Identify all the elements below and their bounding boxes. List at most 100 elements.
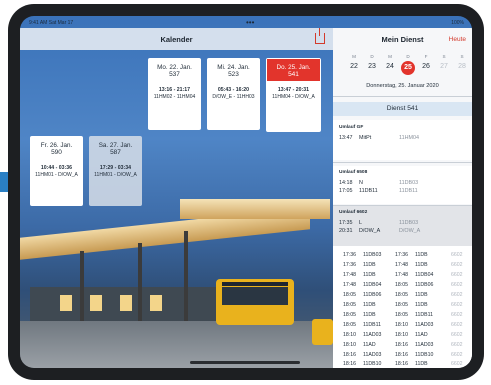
fahrt-arr-stop: 11DB	[415, 292, 428, 298]
calendar-title: Kalender	[160, 35, 193, 44]
canopy-pillar	[80, 251, 84, 323]
day-card-time: 13:47 - 20:31	[277, 87, 310, 93]
fahrt-arr-stop: 11AD	[415, 332, 428, 338]
day-card-code: D/OW_E - 11HH03	[212, 94, 255, 100]
day-card-code: 11HM01 - D/OW_A	[94, 172, 137, 178]
fahrt-dep-time: 18:16	[343, 352, 356, 358]
fahrt-dep-time: 18:05	[343, 292, 356, 298]
fahrt-umlauf: 6602	[451, 292, 463, 298]
umlauf-time: 20:31	[339, 228, 353, 234]
day-card-number: 587	[110, 149, 121, 156]
lit-window	[60, 295, 72, 311]
share-icon[interactable]	[315, 28, 325, 44]
umlauf-end: D/OW_A	[399, 228, 421, 234]
fahrt-dep-stop: 11DB04	[363, 282, 382, 288]
fahrt-dep-time: 17:48	[343, 282, 356, 288]
umlauf-time: 14:18	[339, 180, 353, 186]
weekday-label: F	[424, 54, 428, 59]
fahrt-umlauf: 6602	[451, 252, 463, 258]
calendar-day[interactable]: 24	[383, 63, 397, 70]
fahrt-umlauf: 6602	[451, 352, 463, 358]
day-card-date: Do. 25. Jan.	[276, 64, 311, 71]
fahrt-dep-time: 18:10	[343, 342, 356, 348]
day-card-code: 11HM02 - 11HM04	[153, 94, 196, 100]
calendar-day[interactable]: 22	[347, 63, 361, 70]
multitask-dots[interactable]: •••	[246, 18, 254, 27]
fahrt-arr-stop: 11DB10	[415, 352, 434, 358]
fahrt-dep-stop: 11AD03	[363, 332, 382, 338]
day-card-date: Fr. 26. Jan.	[40, 142, 73, 149]
fahrt-arr-time: 18:16	[395, 361, 408, 367]
battery-indicator: 100%	[451, 20, 464, 26]
fahrt-dep-time: 18:05	[343, 322, 356, 328]
fahrt-dep-time: 18:10	[343, 332, 356, 338]
fahrt-umlauf: 6602	[451, 262, 463, 268]
calendar-day[interactable]: 27	[437, 63, 451, 70]
fahrt-dep-stop: 11DB	[363, 312, 376, 318]
day-card-today[interactable]: Do. 25. Jan. 541 13:47 - 20:31 11HM04 - …	[266, 58, 321, 132]
day-card-number: 537	[169, 71, 180, 78]
umlauf-title: Umlauf 6602	[339, 210, 368, 215]
umlauf-start: L	[359, 220, 362, 226]
fahrt-arr-stop: 11DB	[415, 262, 428, 268]
fahrt-arr-stop: 11DB11	[415, 312, 433, 318]
calendar-day[interactable]: 28	[455, 63, 469, 70]
weekday-label: S	[460, 54, 464, 59]
home-indicator[interactable]	[190, 361, 300, 364]
day-card-number: 541	[288, 71, 299, 78]
weekday-label: M	[352, 54, 356, 59]
day-card[interactable]: Mi. 24. Jan. 523 05:43 - 16:20 D/OW_E - …	[207, 58, 260, 130]
fahrt-dep-time: 18:05	[343, 302, 356, 308]
weekday-label: D	[370, 54, 374, 59]
fahrt-dep-time: 17:36	[343, 262, 356, 268]
lit-window	[150, 295, 162, 311]
fahrt-arr-stop: 11AD03	[415, 342, 434, 348]
today-button[interactable]: Heute	[449, 36, 466, 43]
fahrt-umlauf: 6602	[451, 282, 463, 288]
fahrt-arr-time: 17:48	[395, 262, 408, 268]
umlauf-end: 11DB03	[399, 220, 419, 226]
day-card-time: 10:44 - 03:36	[40, 165, 73, 171]
fahrt-arr-time: 18:05	[395, 312, 408, 318]
mein-dienst-panel: Mein Dienst Heute M D M D F S S 22 23 24…	[333, 28, 472, 368]
fahrt-dep-stop: 11DB06	[363, 292, 382, 298]
calendar-day-selected[interactable]: 25	[401, 61, 415, 75]
umlauf-time: 17:05	[339, 188, 353, 194]
day-card[interactable]: Mo. 22. Jan. 537 13:16 - 21:17 11HM02 - …	[148, 58, 201, 130]
umlauf-card-selected[interactable]: Umlauf 6602 17:35 L 11DB03 20:31 D/OW_A …	[333, 206, 472, 246]
umlauf-start: N	[359, 180, 363, 186]
umlauf-card[interactable]: Umlauf GF 13:47 MitPt 11HM04	[333, 120, 472, 160]
fahrt-arr-time: 18:16	[395, 342, 408, 348]
day-card-number: 523	[228, 71, 239, 78]
umlauf-end: 11DB11	[399, 188, 418, 194]
yellow-bus-partial	[312, 319, 333, 345]
bus-window	[222, 287, 288, 305]
weekday-label: S	[442, 54, 446, 59]
umlauf-start: MitPt	[359, 135, 372, 141]
calendar-day[interactable]: 23	[365, 63, 379, 70]
fahrt-arr-stop: 11DB	[415, 361, 428, 367]
fahrt-umlauf: 6602	[451, 361, 463, 367]
fahrt-arr-stop: 11DB06	[415, 282, 434, 288]
canopy-pillar	[184, 231, 188, 327]
day-card[interactable]: Sa. 27. Jan. 587 17:29 - 03:34 11HM01 - …	[89, 136, 142, 206]
lit-window	[120, 295, 132, 311]
fahrt-arr-time: 18:05	[395, 302, 408, 308]
fahrt-dep-stop: 11AD	[363, 342, 376, 348]
calendar-day[interactable]: 26	[419, 63, 433, 70]
fahrt-umlauf: 6602	[451, 332, 463, 338]
fahrt-dep-stop: 11DB03	[363, 252, 382, 258]
fahrt-umlauf: 6602	[451, 322, 463, 328]
umlauf-card[interactable]: Umlauf 6508 14:18 N 11DB03 17:05 11DB11 …	[333, 166, 472, 204]
divider	[333, 96, 472, 97]
divider	[333, 162, 472, 163]
day-card-time: 05:43 - 16:20	[217, 87, 250, 93]
yellow-bus	[216, 279, 294, 325]
day-card-number: 590	[51, 149, 62, 156]
fahrt-dep-time: 17:36	[343, 252, 356, 258]
day-card[interactable]: Fr. 26. Jan. 590 10:44 - 03:36 11HM01 - …	[30, 136, 83, 206]
selected-date-label: Donnerstag, 25. Januar 2020	[366, 83, 439, 89]
umlauf-time: 13:47	[339, 135, 353, 141]
fahrt-umlauf: 6602	[451, 342, 463, 348]
day-card-code: 11HM04 - D/OW_A	[272, 94, 315, 100]
